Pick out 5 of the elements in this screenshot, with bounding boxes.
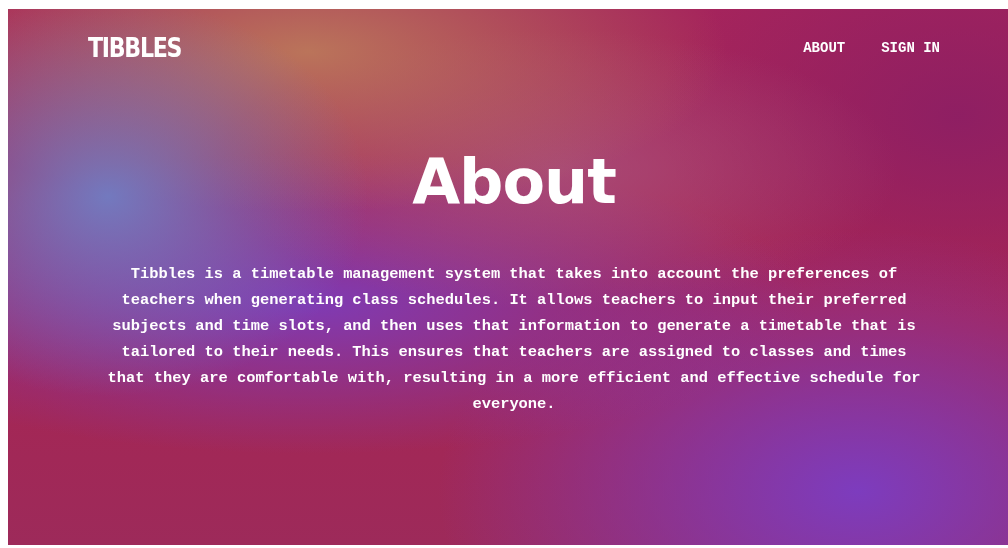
page-heading: About — [412, 151, 616, 213]
description-paragraph: Tibbles is a timetable management system that takes into account the preferences of teachers when generating class schedules. It allows teachers to input their preferred subjects and time slots, and then uses that information to generate a timetable that is tailored to their needs. This ensures that teachers are assigned to classes and times that they are comfortable with, resulting in a more efficient and effective schedule for everyone. — [106, 264, 922, 415]
nav-link[interactable]: ABOUT — [803, 40, 846, 56]
logo[interactable]: TIBBLES — [88, 33, 182, 63]
nav-link[interactable]: SIGN IN — [881, 40, 940, 56]
